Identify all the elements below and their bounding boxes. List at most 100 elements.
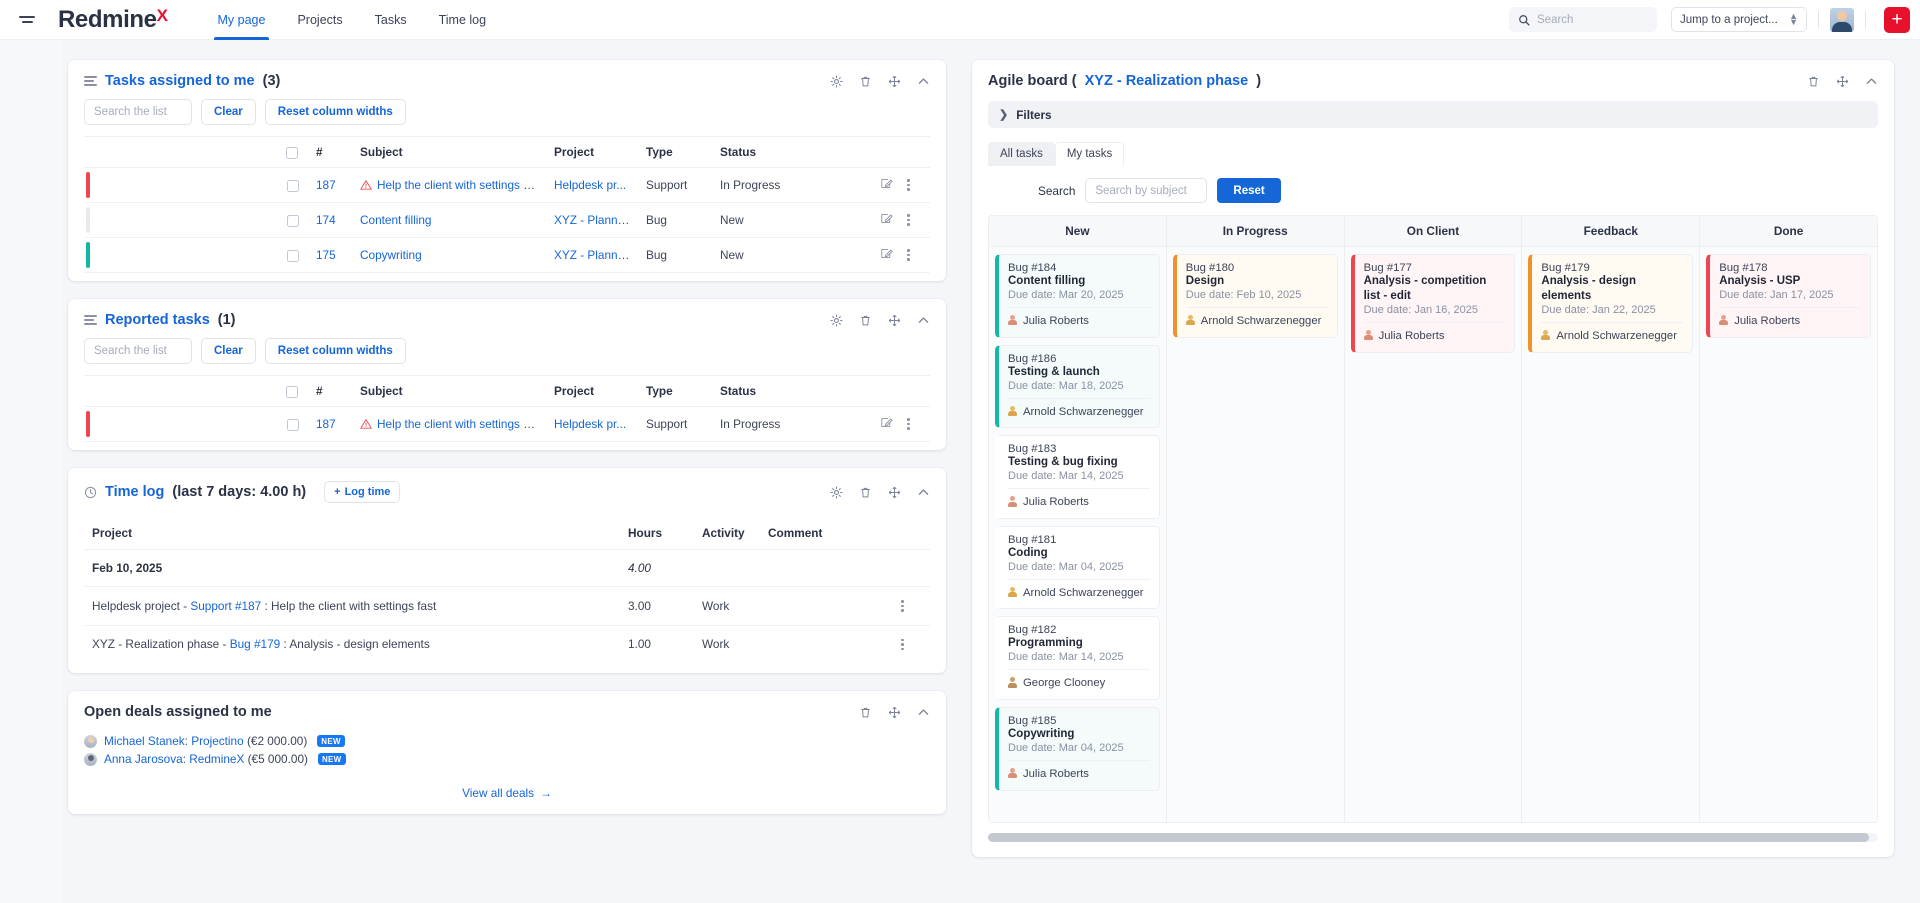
filters-toggle[interactable]: ❯ Filters: [988, 101, 1878, 128]
col-header-status[interactable]: Status: [712, 375, 872, 407]
view-all-deals-link[interactable]: View all deals →: [84, 786, 930, 800]
row-menu-icon[interactable]: [904, 177, 913, 193]
kanban-column-done[interactable]: Bug #178 Analysis - USP Due date: Jan 17…: [1700, 247, 1877, 822]
trash-icon[interactable]: [1807, 75, 1820, 88]
col-header-type[interactable]: Type: [638, 136, 712, 168]
task-project-link[interactable]: XYZ - Planni...: [554, 248, 630, 262]
row-checkbox[interactable]: [287, 418, 299, 431]
board-search-input[interactable]: Search by subject: [1085, 178, 1208, 203]
edit-icon[interactable]: [880, 416, 893, 432]
task-project-link[interactable]: XYZ - Planni...: [554, 213, 630, 227]
row-checkbox[interactable]: [287, 214, 299, 227]
reported-clear-button[interactable]: Clear: [201, 338, 256, 364]
move-icon[interactable]: [888, 486, 901, 499]
col-header-id[interactable]: #: [308, 375, 352, 407]
kanban-card[interactable]: Bug #183 Testing & bug fixing Due date: …: [995, 435, 1160, 519]
gear-icon[interactable]: [830, 74, 843, 88]
col-header-subject[interactable]: Subject: [352, 375, 546, 407]
app-logo[interactable]: Redmine X: [58, 6, 168, 34]
task-subject-link[interactable]: Copywriting: [360, 248, 422, 262]
task-subject-link[interactable]: Help the client with settings fast: [377, 417, 542, 431]
task-project-link[interactable]: Helpdesk pr...: [554, 417, 626, 431]
task-id-link[interactable]: 174: [316, 213, 336, 227]
user-avatar[interactable]: [1830, 7, 1854, 32]
row-checkbox[interactable]: [287, 249, 299, 262]
table-row[interactable]: 174 Content filling XYZ - Planni... Bug …: [84, 202, 930, 238]
project-jump-select[interactable]: Jump to a project... ▲ ▼: [1671, 7, 1807, 32]
menu-toggle-icon[interactable]: [8, 16, 46, 23]
edit-icon[interactable]: [880, 247, 893, 263]
nav-item-projects[interactable]: Projects: [281, 0, 358, 40]
nav-item-tasks[interactable]: Tasks: [359, 0, 423, 40]
gear-icon[interactable]: [830, 485, 843, 499]
tab-all-tasks[interactable]: All tasks: [988, 142, 1055, 166]
reported-tasks-title[interactable]: Reported tasks (1): [84, 312, 236, 328]
collapse-chevron-icon[interactable]: [1865, 75, 1878, 88]
row-menu-icon[interactable]: [904, 212, 913, 228]
kanban-card[interactable]: Bug #184 Content filling Due date: Mar 2…: [995, 254, 1160, 338]
reported-reset-columns-button[interactable]: Reset column widths: [264, 338, 406, 364]
board-reset-button[interactable]: Reset: [1217, 178, 1281, 203]
table-row[interactable]: 187 Help the client with settings fast H…: [84, 406, 930, 442]
table-row[interactable]: 175 Copywriting XYZ - Planni... Bug New: [84, 237, 930, 273]
deal-name-link[interactable]: Anna Jarosova: RedmineX (€5 000.00): [104, 752, 308, 766]
scrollbar-thumb[interactable]: [988, 833, 1870, 842]
time-log-issue-link[interactable]: Support #187: [190, 599, 261, 613]
kanban-card[interactable]: Bug #179 Analysis - design elements Due …: [1528, 254, 1694, 353]
kanban-column-new[interactable]: Bug #184 Content filling Due date: Mar 2…: [989, 247, 1167, 822]
deal-name-link[interactable]: Michael Stanek: Projectino (€2 000.00): [104, 734, 307, 748]
kanban-card[interactable]: Bug #181 Coding Due date: Mar 04, 2025 A…: [995, 525, 1160, 610]
board-horizontal-scroll[interactable]: [988, 823, 1878, 857]
tasks-search-input[interactable]: Search the list: [84, 99, 192, 125]
kanban-card[interactable]: Bug #178 Analysis - USP Due date: Jan 17…: [1706, 254, 1871, 338]
scrollbar-track[interactable]: [988, 833, 1878, 842]
row-menu-icon[interactable]: [898, 637, 922, 653]
time-log-issue-link[interactable]: Bug #179: [230, 637, 281, 651]
time-log-row[interactable]: XYZ - Realization phase - Bug #179 : Ana…: [84, 625, 930, 663]
task-id-link[interactable]: 175: [316, 248, 336, 262]
kanban-card[interactable]: Bug #185 Copywriting Due date: Mar 04, 2…: [995, 707, 1160, 791]
kanban-card[interactable]: Bug #182 Programming Due date: Mar 14, 2…: [995, 616, 1160, 701]
kanban-column-in-progress[interactable]: Bug #180 Design Due date: Feb 10, 2025 A…: [1167, 247, 1345, 822]
kanban-column-on-client[interactable]: Bug #177 Analysis - competition list - e…: [1345, 247, 1523, 822]
col-header-type[interactable]: Type: [638, 375, 712, 407]
col-header-project[interactable]: Project: [546, 136, 638, 168]
select-all-checkbox[interactable]: [286, 385, 298, 398]
collapse-chevron-icon[interactable]: [917, 75, 930, 88]
collapse-chevron-icon[interactable]: [917, 314, 930, 327]
kanban-card[interactable]: Bug #186 Testing & launch Due date: Mar …: [995, 344, 1160, 429]
col-header-status[interactable]: Status: [712, 136, 872, 168]
row-menu-icon[interactable]: [898, 598, 922, 614]
trash-icon[interactable]: [859, 706, 872, 719]
kanban-column-feedback[interactable]: Bug #179 Analysis - design elements Due …: [1522, 247, 1701, 822]
move-icon[interactable]: [888, 75, 901, 88]
row-menu-icon[interactable]: [904, 416, 913, 432]
tasks-assigned-title[interactable]: Tasks assigned to me (3): [84, 73, 280, 89]
reported-search-input[interactable]: Search the list: [84, 338, 192, 364]
collapse-chevron-icon[interactable]: [917, 486, 930, 499]
log-time-button[interactable]: + Log time: [324, 481, 401, 503]
row-checkbox[interactable]: [287, 179, 299, 192]
global-search-input[interactable]: Search: [1509, 7, 1657, 32]
kanban-card[interactable]: Bug #177 Analysis - competition list - e…: [1350, 254, 1516, 353]
task-subject-link[interactable]: Help the client with settings fast: [377, 178, 542, 192]
move-icon[interactable]: [888, 314, 901, 327]
trash-icon[interactable]: [859, 314, 872, 327]
edit-icon[interactable]: [880, 212, 893, 228]
row-menu-icon[interactable]: [904, 247, 913, 263]
time-log-row[interactable]: Helpdesk project - Support #187 : Help t…: [84, 586, 930, 626]
col-header-project[interactable]: Project: [546, 375, 638, 407]
col-header-id[interactable]: #: [308, 136, 352, 168]
task-subject-link[interactable]: Content filling: [360, 213, 431, 227]
add-new-button[interactable]: +: [1884, 6, 1910, 33]
time-log-title[interactable]: Time log (last 7 days: 4.00 h) + Log time: [84, 481, 401, 503]
nav-item-my-page[interactable]: My page: [202, 0, 282, 40]
tab-my-tasks[interactable]: My tasks: [1054, 142, 1125, 166]
select-all-checkbox[interactable]: [286, 146, 298, 159]
move-icon[interactable]: [888, 706, 901, 719]
nav-item-time-log[interactable]: Time log: [423, 0, 502, 40]
deal-item[interactable]: Michael Stanek: Projectino (€2 000.00) N…: [84, 732, 930, 750]
task-project-link[interactable]: Helpdesk pr...: [554, 178, 626, 192]
trash-icon[interactable]: [859, 75, 872, 88]
edit-icon[interactable]: [880, 177, 893, 193]
